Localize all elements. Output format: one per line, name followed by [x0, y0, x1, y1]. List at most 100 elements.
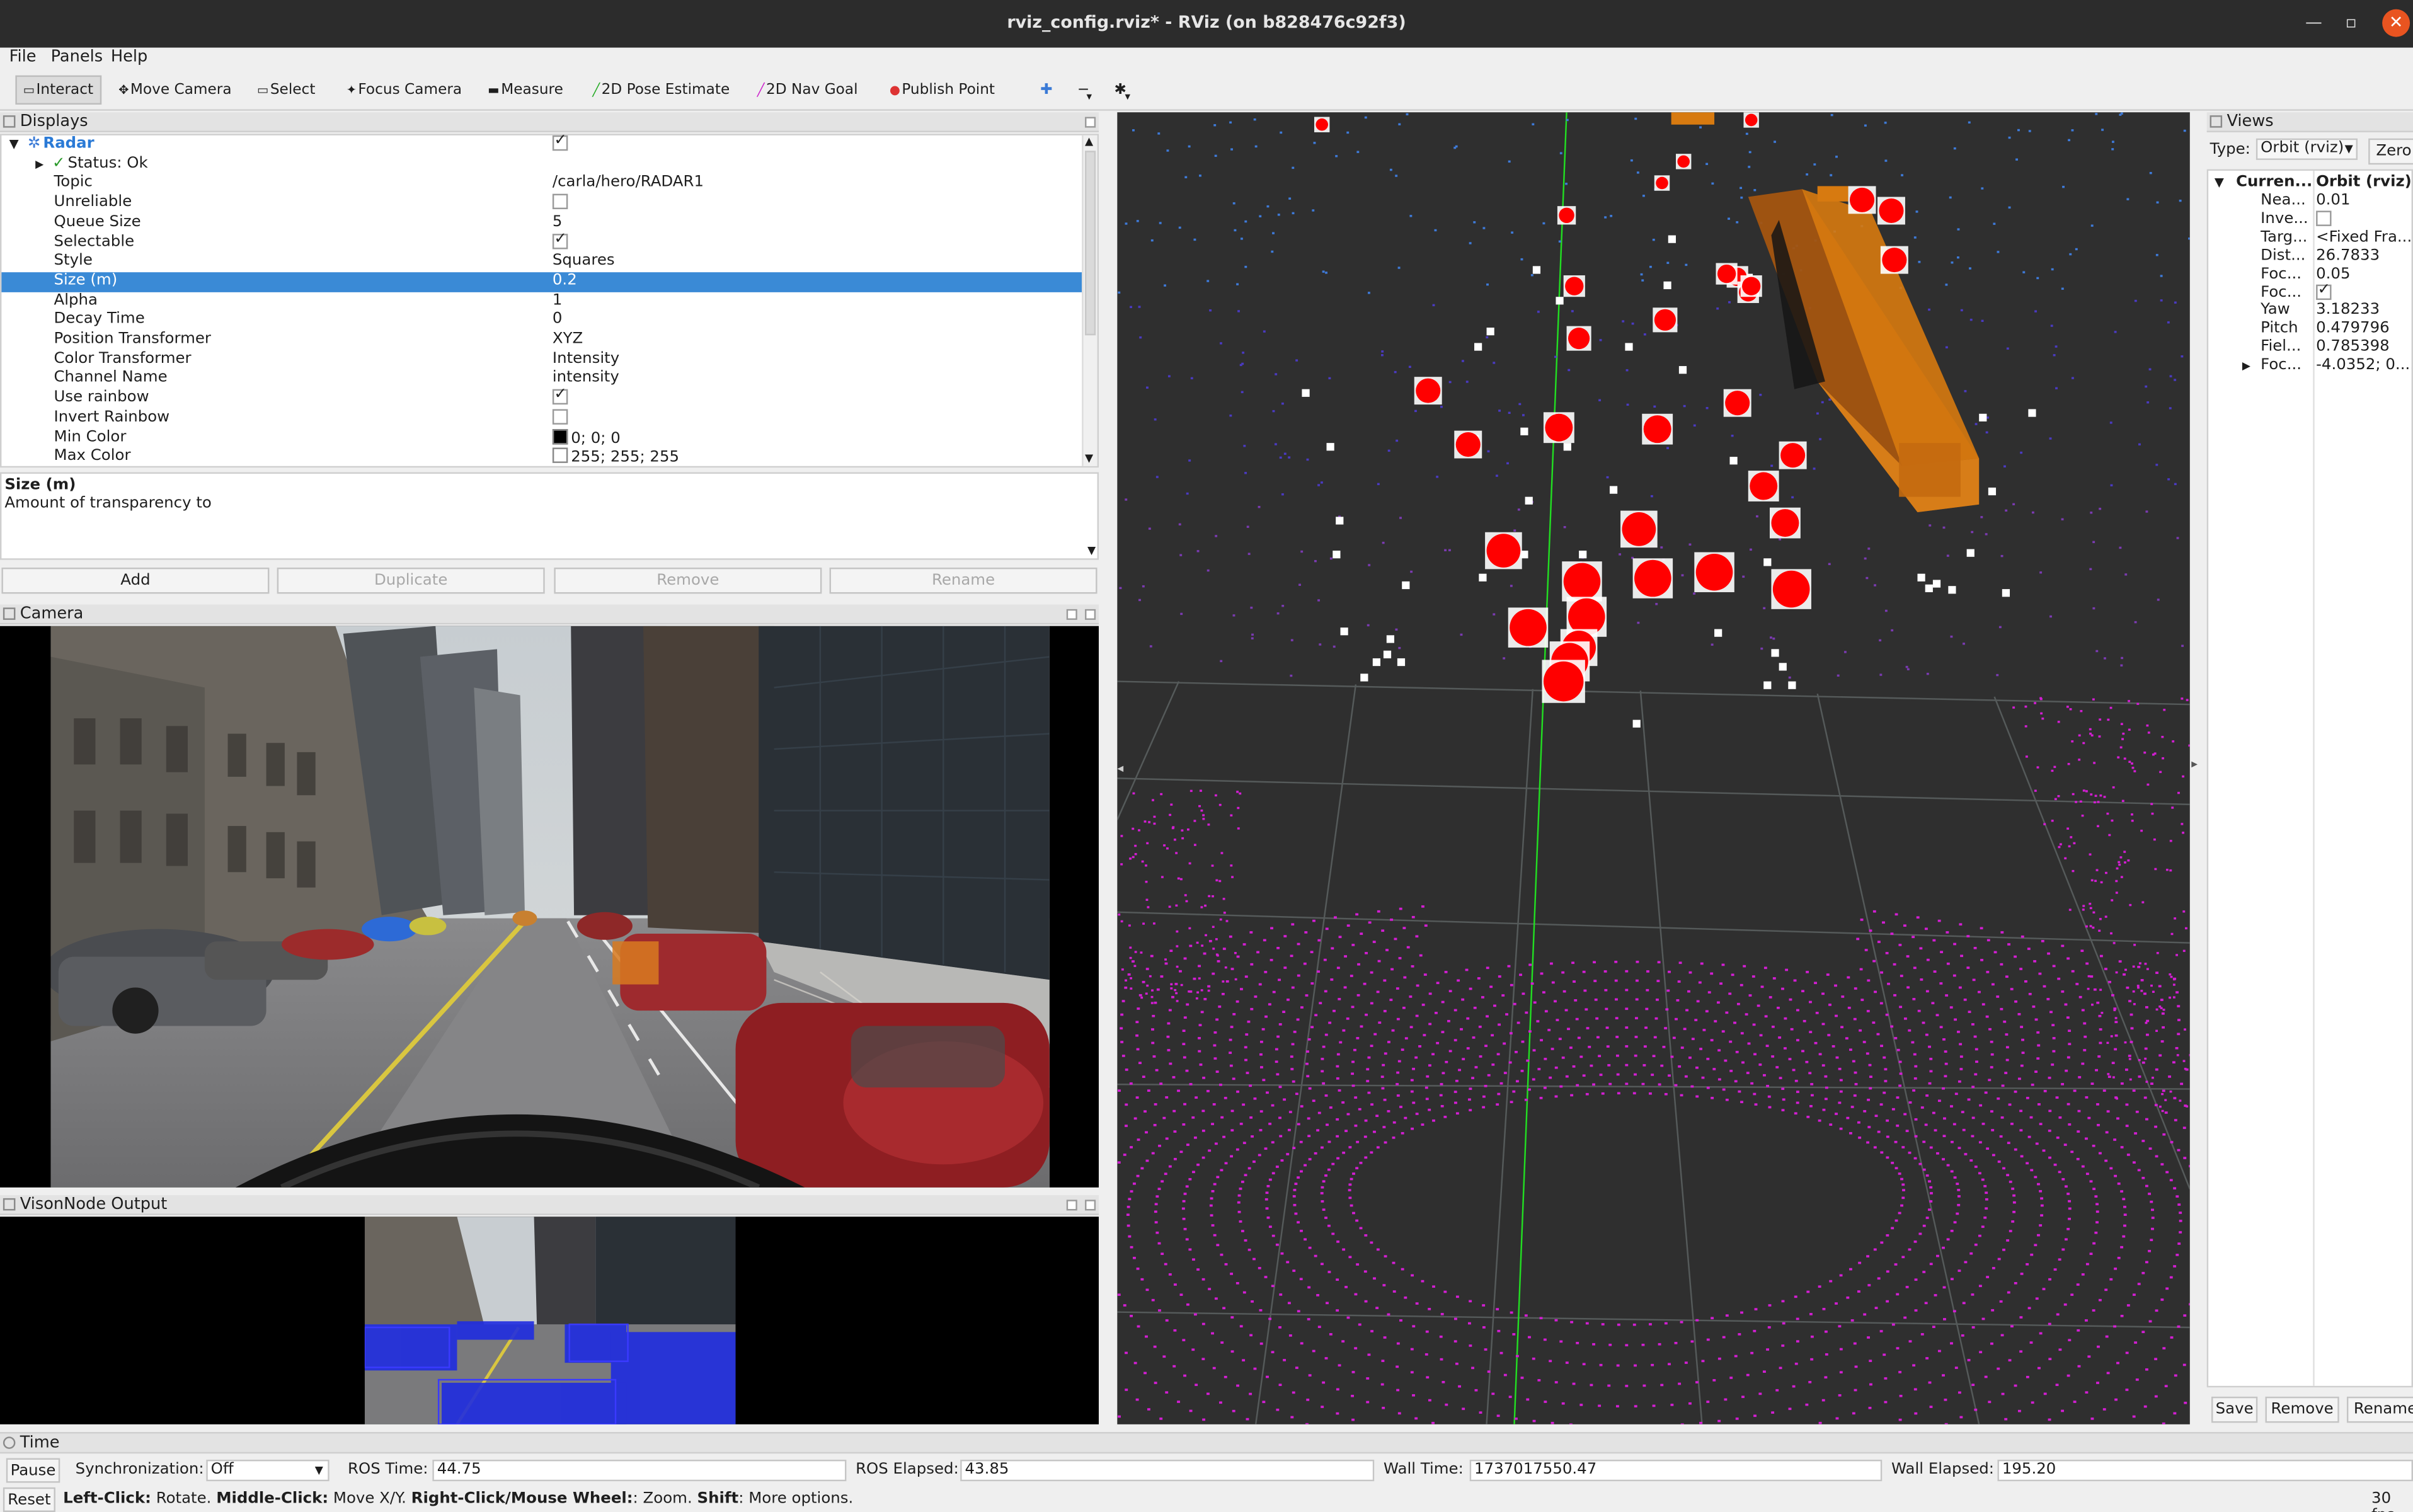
property-value[interactable]: 1 — [553, 292, 563, 311]
wall-elapsed-field[interactable]: 195.20 — [1997, 1459, 2413, 1482]
tool-properties-dropdown-icon[interactable]: ▾ — [1125, 91, 1131, 103]
display-property-row[interactable]: Channel Name intensity — [1, 370, 1082, 389]
display-property-row[interactable]: Style Squares — [1, 253, 1082, 272]
property-value[interactable]: Squares — [553, 253, 615, 272]
property-value[interactable]: 0.785398 — [2316, 339, 2390, 358]
menu-file[interactable]: File — [9, 48, 37, 66]
checkbox[interactable] — [552, 408, 568, 425]
rename-view-button[interactable]: Rename — [2346, 1396, 2413, 1423]
collapsed-arrow-icon[interactable]: ▶ — [2242, 357, 2250, 377]
property-value[interactable] — [552, 408, 568, 430]
tool-move-camera[interactable]: ✥ Move Camera — [118, 81, 231, 98]
view-property-row[interactable]: Pitch 0.479796 — [2208, 321, 2411, 340]
display-property-row[interactable]: Topic/carla/hero/RADAR1 — [1, 175, 1082, 194]
property-value[interactable] — [552, 230, 568, 254]
tool-measure[interactable]: ▬ Measure — [488, 81, 563, 98]
collapsed-arrow-icon[interactable]: ▶ — [35, 155, 43, 175]
collapse-left-dock-icon[interactable]: ◂ — [1117, 762, 1123, 776]
zero-view-button[interactable]: Zero — [2368, 138, 2413, 165]
radar-enabled-checkbox[interactable] — [552, 132, 568, 156]
view-property-row[interactable]: Targ... <Fixed Fra... — [2208, 229, 2411, 248]
ros-elapsed-field[interactable]: 43.85 — [960, 1459, 1375, 1482]
rename-display-button[interactable]: Rename — [829, 567, 1098, 594]
remove-view-button[interactable]: Remove — [2265, 1396, 2339, 1423]
display-property-row[interactable]: Decay Time 0 — [1, 311, 1082, 331]
tool-publish-point[interactable]: ● Publish Point — [890, 81, 995, 98]
save-view-button[interactable]: Save — [2211, 1396, 2258, 1423]
displays-scrollbar[interactable]: ▲ ▼ — [1082, 135, 1098, 466]
property-value[interactable]: 0.2 — [553, 272, 577, 292]
checkbox[interactable] — [2316, 281, 2332, 301]
radar-status-row[interactable]: ▶ ✓ Status: Ok — [1, 155, 1082, 175]
menu-help[interactable]: Help — [111, 48, 148, 66]
tool-focus-camera[interactable]: ✦ Focus Camera — [347, 81, 462, 98]
panel-close-icon[interactable] — [1085, 117, 1096, 128]
display-property-row[interactable]: Size (m) 0.2 — [1, 272, 1082, 292]
tool-2d-pose-estimate[interactable]: ╱ 2D Pose Estimate — [592, 81, 730, 98]
tool-interact[interactable]: ▭ Interact — [15, 75, 101, 105]
display-property-row[interactable]: Unreliable — [1, 193, 1082, 215]
property-value[interactable]: XYZ — [553, 331, 583, 350]
3d-render-view[interactable]: ◂ — [1117, 112, 2190, 1424]
view-property-row[interactable]: Dist... 26.7833 — [2208, 247, 2411, 266]
wall-time-field[interactable]: 1737017550.47 — [1469, 1459, 1883, 1482]
checkbox[interactable] — [552, 230, 568, 249]
close-icon[interactable]: ✕ — [2382, 9, 2410, 37]
property-value[interactable] — [552, 386, 568, 410]
checkbox[interactable] — [2316, 210, 2332, 226]
panel-close-icon[interactable] — [1085, 1200, 1096, 1211]
property-value[interactable]: /carla/hero/RADAR1 — [553, 175, 704, 194]
expand-arrow-icon[interactable]: ▼ — [9, 135, 19, 155]
panel-close-icon[interactable] — [1085, 609, 1096, 620]
view-property-row[interactable]: Yaw 3.18233 — [2208, 302, 2411, 321]
tool-2d-nav-goal[interactable]: ╱ 2D Nav Goal — [757, 81, 858, 98]
property-value[interactable]: <Fixed Fra... — [2316, 229, 2411, 248]
remove-display-button[interactable]: Remove — [554, 567, 822, 594]
remove-tool-dropdown-icon[interactable]: ▾ — [1086, 91, 1092, 103]
scroll-up-icon[interactable]: ▲ — [1085, 135, 1093, 148]
display-property-row[interactable]: Use rainbow — [1, 386, 1082, 410]
property-value[interactable]: -4.0352; 0.... — [2316, 357, 2411, 377]
reset-button[interactable]: Reset — [3, 1487, 55, 1512]
maximize-icon[interactable]: ▫ — [2346, 13, 2357, 33]
current-view-row[interactable]: ▼ Curren... Orbit (rviz) — [2208, 174, 2412, 193]
property-value[interactable]: Intensity — [553, 350, 619, 370]
menu-panels[interactable]: Panels — [51, 48, 103, 66]
scroll-down-icon[interactable]: ▼ — [1085, 452, 1093, 465]
panel-undock-icon[interactable] — [1066, 609, 1077, 620]
view-type-select[interactable]: Orbit (rviz) ▼ — [2255, 138, 2358, 160]
ros-time-field[interactable]: 44.75 — [432, 1459, 847, 1482]
display-property-row[interactable]: Max Color 255; 255; 255 — [1, 447, 1082, 467]
display-property-row[interactable]: Min Color 0; 0; 0 — [1, 428, 1082, 448]
add-display-button[interactable]: Add — [1, 567, 270, 594]
view-property-row[interactable]: Foc... 0.05 — [2208, 265, 2411, 285]
view-property-row[interactable]: Fiel... 0.785398 — [2208, 339, 2411, 358]
property-value[interactable]: 0.479796 — [2316, 321, 2390, 340]
sync-select[interactable]: Off ▼ — [206, 1459, 330, 1482]
display-property-row[interactable]: Alpha 1 — [1, 292, 1082, 311]
display-property-row[interactable]: Queue Size 5 — [1, 214, 1082, 233]
expand-arrow-icon[interactable]: ▼ — [2215, 174, 2224, 193]
view-property-row[interactable]: Inve... — [2208, 210, 2411, 230]
collapse-right-dock-icon[interactable]: ▸ — [2191, 757, 2198, 770]
minimize-icon[interactable]: — — [2305, 13, 2322, 33]
radar-display-row[interactable]: ▼ ✲ Radar — [1, 132, 1082, 156]
property-value[interactable] — [552, 193, 568, 215]
property-value[interactable]: 0 — [553, 311, 563, 331]
view-property-row[interactable]: Foc... — [2208, 281, 2411, 303]
property-value[interactable]: 26.7833 — [2316, 247, 2380, 266]
checkbox[interactable] — [552, 386, 568, 406]
tool-select[interactable]: ▭ Select — [257, 81, 316, 98]
scroll-thumb[interactable] — [1085, 151, 1096, 336]
3d-scene[interactable] — [1117, 112, 2190, 1424]
panel-undock-icon[interactable] — [1066, 1200, 1077, 1211]
help-scroll-down-icon[interactable]: ▼ — [1087, 544, 1096, 557]
view-property-row[interactable]: ▶ Foc... -4.0352; 0.... — [2208, 357, 2412, 377]
add-tool-icon[interactable]: ✚ — [1040, 81, 1052, 98]
display-property-row[interactable]: Position Transformer XYZ — [1, 331, 1082, 350]
duplicate-display-button[interactable]: Duplicate — [277, 567, 545, 594]
view-property-row[interactable]: Nea... 0.01 — [2208, 192, 2411, 212]
checkbox[interactable] — [552, 193, 568, 210]
pause-button[interactable]: Pause — [6, 1458, 60, 1483]
display-property-row[interactable]: Selectable — [1, 230, 1082, 254]
